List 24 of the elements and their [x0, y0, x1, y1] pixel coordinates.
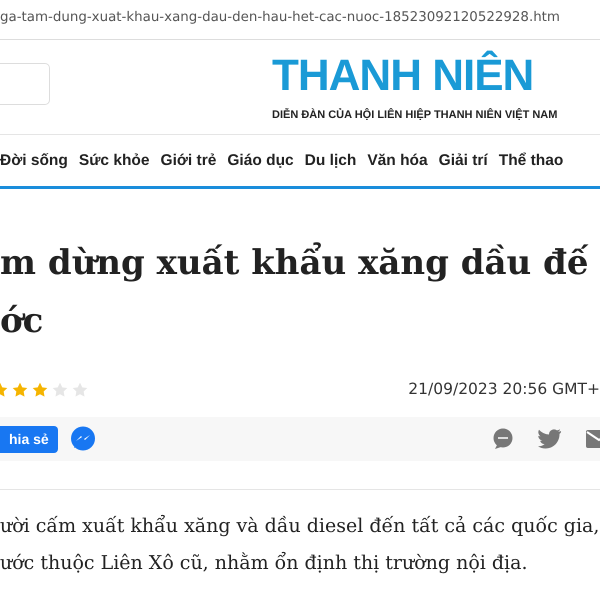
- article-title-line: ớc: [0, 300, 44, 343]
- chat-bubble-icon[interactable]: [492, 428, 514, 450]
- twitter-icon[interactable]: [538, 429, 562, 449]
- share-button[interactable]: hia sẻ: [0, 426, 58, 452]
- nav-link[interactable]: Đời sống: [0, 148, 68, 172]
- filled-star-icon[interactable]: [32, 382, 48, 398]
- article-text-line: ười cấm xuất khẩu xăng và dầu diesel đến tất cả các quốc gia,: [0, 514, 600, 539]
- nav-link[interactable]: Du lịch: [304, 148, 356, 172]
- search-field[interactable]: [0, 63, 50, 105]
- nav-link[interactable]: Giải trí: [438, 148, 488, 172]
- publish-date: 21/09/2023 20:56 GMT+: [408, 379, 600, 400]
- nav-link[interactable]: Văn hóa: [367, 148, 428, 172]
- article-title-line: m dừng xuất khẩu xăng dầu đế: [0, 241, 588, 285]
- nav-link[interactable]: Thể thao: [498, 148, 564, 172]
- nav-link[interactable]: Giới trẻ: [160, 148, 216, 172]
- nav-link[interactable]: Sức khỏe: [78, 148, 150, 172]
- nav-link[interactable]: Giáo dục: [227, 148, 294, 172]
- empty-star-icon[interactable]: [72, 382, 88, 398]
- messenger-icon[interactable]: [70, 426, 96, 452]
- article-text-line: ước thuộc Liên Xô cũ, nhằm ổn định thị trường nội địa.: [0, 550, 528, 576]
- logo-tagline: DIỄN ĐÀN CỦA HỘI LIÊN HIỆP THANH NIÊN VIỆT NAM: [272, 107, 558, 123]
- address-bar-url[interactable]: ga-tam-dung-xuat-khau-xang-dau-den-hau-het-cac-nuoc-18523092120522928.htm: [0, 8, 560, 28]
- filled-star-icon[interactable]: [12, 382, 28, 398]
- empty-star-icon[interactable]: [52, 382, 68, 398]
